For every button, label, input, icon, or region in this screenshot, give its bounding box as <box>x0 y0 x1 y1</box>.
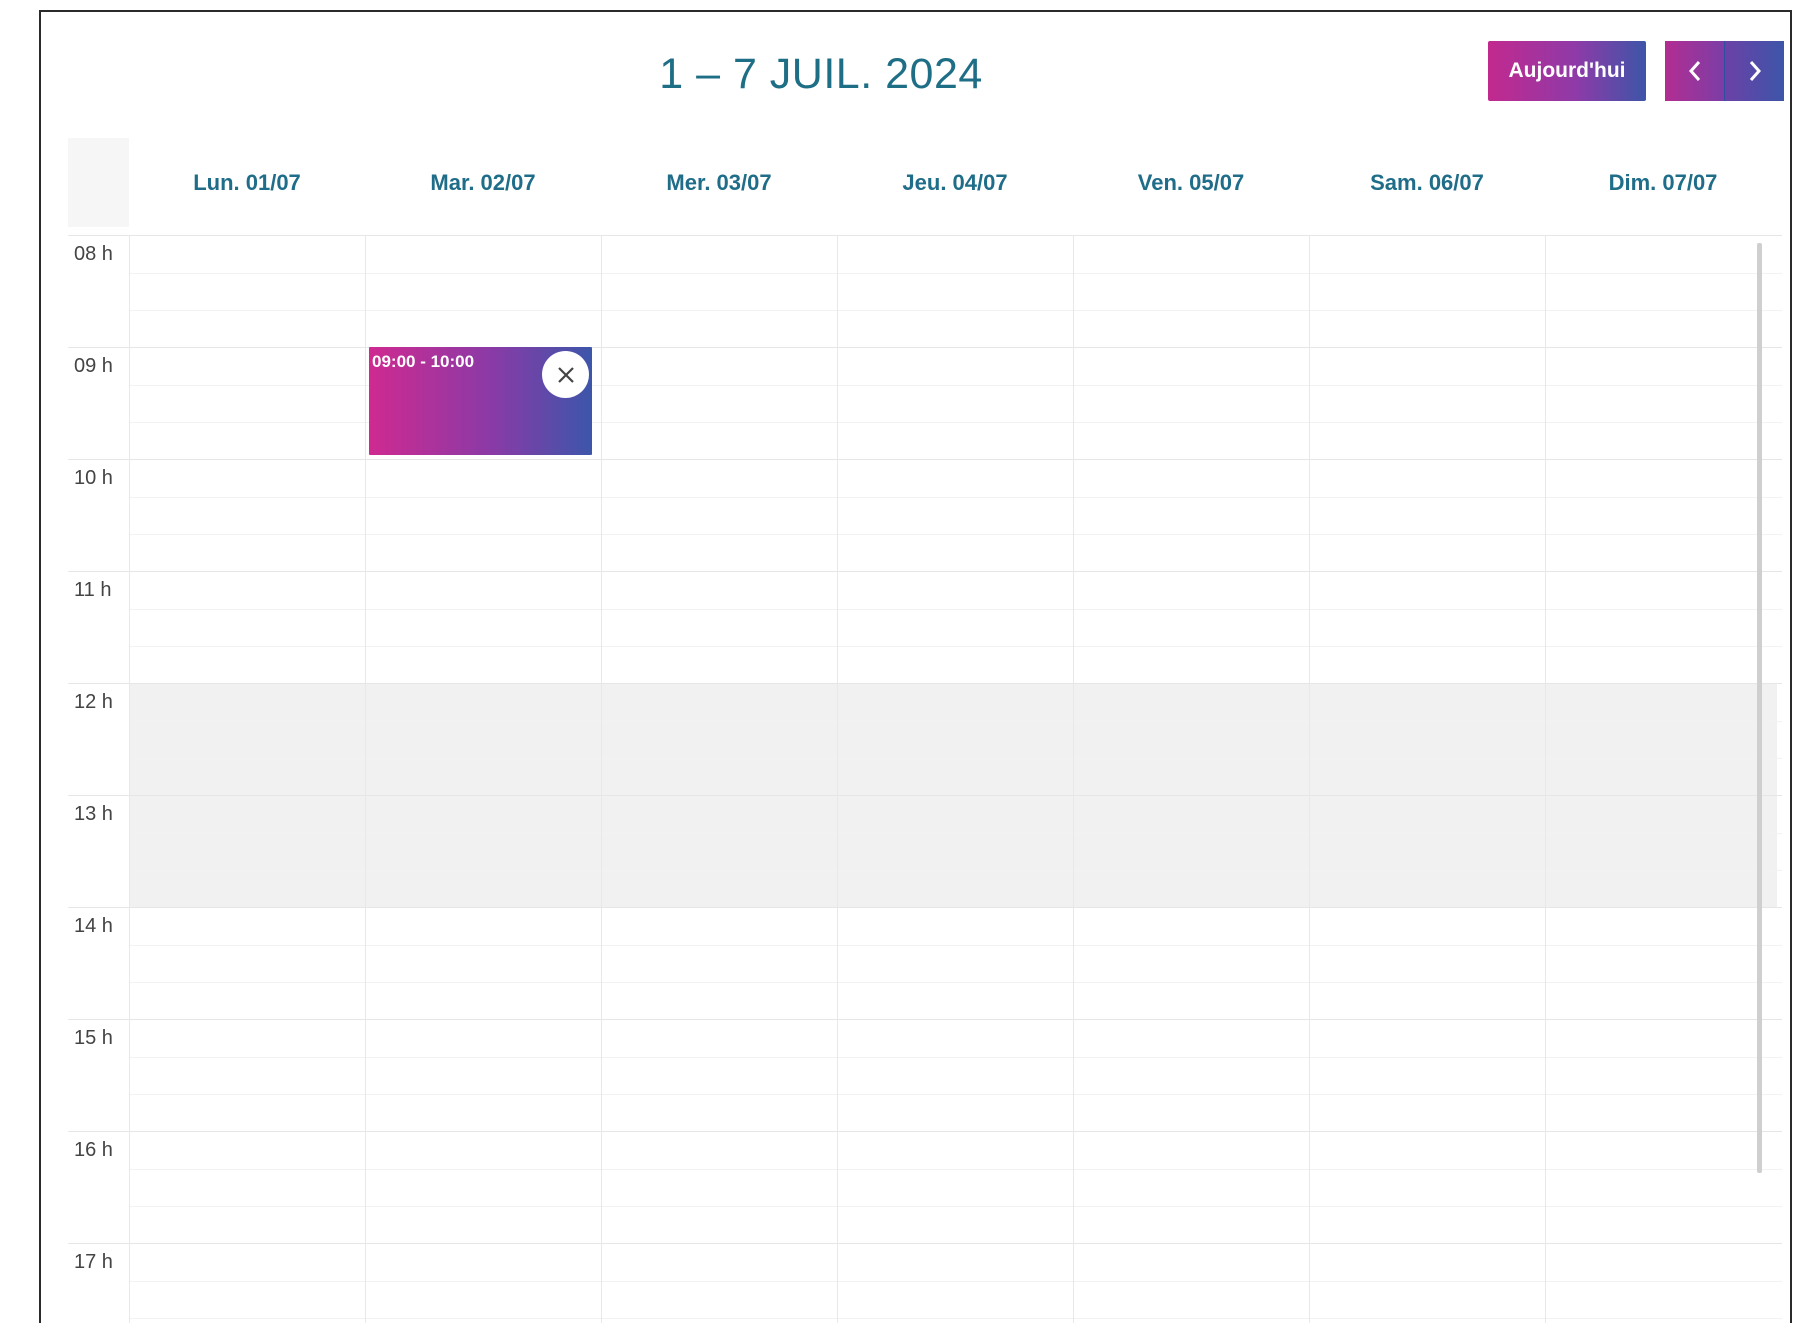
hour-line <box>68 459 1782 460</box>
next-week-button[interactable] <box>1725 41 1784 101</box>
week-navigation <box>1665 41 1784 101</box>
quarter-line <box>129 833 1782 834</box>
header-corner <box>68 138 129 227</box>
hour-line <box>68 235 1782 236</box>
hour-label-15: 15 h <box>74 1027 113 1049</box>
day-header-mon: Lun. 01/07 <box>193 169 301 195</box>
quarter-line <box>129 1318 1782 1319</box>
hour-line <box>68 571 1782 572</box>
quarter-line <box>129 945 1782 946</box>
day-separator <box>837 235 838 1323</box>
day-separator <box>1309 235 1310 1323</box>
hour-label-16: 16 h <box>74 1139 113 1161</box>
calendar-event[interactable]: 09:00 - 10:00 <box>369 347 592 455</box>
event-close-button[interactable] <box>542 351 589 398</box>
day-separator <box>1545 235 1546 1323</box>
day-header-wed: Mer. 03/07 <box>666 169 772 195</box>
previous-week-button[interactable] <box>1665 41 1725 101</box>
hour-label-17: 17 h <box>74 1251 113 1273</box>
day-header-thu: Jeu. 04/07 <box>902 169 1008 195</box>
hour-line <box>68 683 1782 684</box>
event-time: 09:00 - 10:00 <box>372 352 475 371</box>
week-grid: Lun. 01/07 Mar. 02/07 Mer. 03/07 Jeu. 04… <box>68 138 1782 1323</box>
day-separator <box>365 235 366 1323</box>
hour-line <box>68 907 1782 908</box>
hour-label-11: 11 h <box>74 579 112 601</box>
quarter-line <box>129 1206 1782 1207</box>
quarter-line <box>129 1094 1782 1095</box>
quarter-line <box>129 1057 1782 1058</box>
quarter-line <box>129 273 1782 274</box>
hour-label-08: 08 h <box>74 243 113 265</box>
quarter-line <box>129 497 1782 498</box>
quarter-line <box>129 1281 1782 1282</box>
hour-label-12: 12 h <box>74 691 113 713</box>
day-separator <box>601 235 602 1323</box>
day-separator <box>1073 235 1074 1323</box>
day-separator <box>129 235 130 1323</box>
hour-line <box>68 1243 1782 1244</box>
calendar-frame: 1 – 7 JUIL. 2024 Aujourd'hui Lun. 01/07 … <box>39 10 1792 1323</box>
day-header-tue: Mar. 02/07 <box>430 169 536 195</box>
hour-line <box>68 795 1782 796</box>
quarter-line <box>129 646 1782 647</box>
chevron-left-icon <box>1688 61 1700 81</box>
quarter-line <box>129 609 1782 610</box>
quarter-line <box>129 1169 1782 1170</box>
close-icon <box>557 366 574 383</box>
hour-line <box>68 347 1782 348</box>
hour-line <box>68 1019 1782 1020</box>
quarter-line <box>129 870 1782 871</box>
hour-label-13: 13 h <box>74 803 113 825</box>
day-header-sun: Dim. 07/07 <box>1608 169 1718 195</box>
quarter-line <box>129 310 1782 311</box>
quarter-line <box>129 721 1782 722</box>
hour-line <box>68 1131 1782 1132</box>
today-button[interactable]: Aujourd'hui <box>1488 41 1646 101</box>
hour-label-14: 14 h <box>74 915 113 937</box>
hour-label-10: 10 h <box>74 467 113 489</box>
chevron-right-icon <box>1749 61 1761 81</box>
week-title: 1 – 7 JUIL. 2024 <box>659 50 983 98</box>
vertical-scrollbar[interactable] <box>1757 243 1762 1173</box>
quarter-line <box>129 534 1782 535</box>
hour-label-09: 09 h <box>74 355 113 377</box>
day-header-fri: Ven. 05/07 <box>1137 169 1245 195</box>
quarter-line <box>129 982 1782 983</box>
day-header-row: Lun. 01/07 Mar. 02/07 Mer. 03/07 Jeu. 04… <box>68 138 1782 227</box>
time-grid: 08 h 09 h 10 h 11 h 12 h 13 h 14 h 15 h … <box>68 235 1782 1323</box>
day-header-sat: Sam. 06/07 <box>1370 169 1484 195</box>
quarter-line <box>129 758 1782 759</box>
